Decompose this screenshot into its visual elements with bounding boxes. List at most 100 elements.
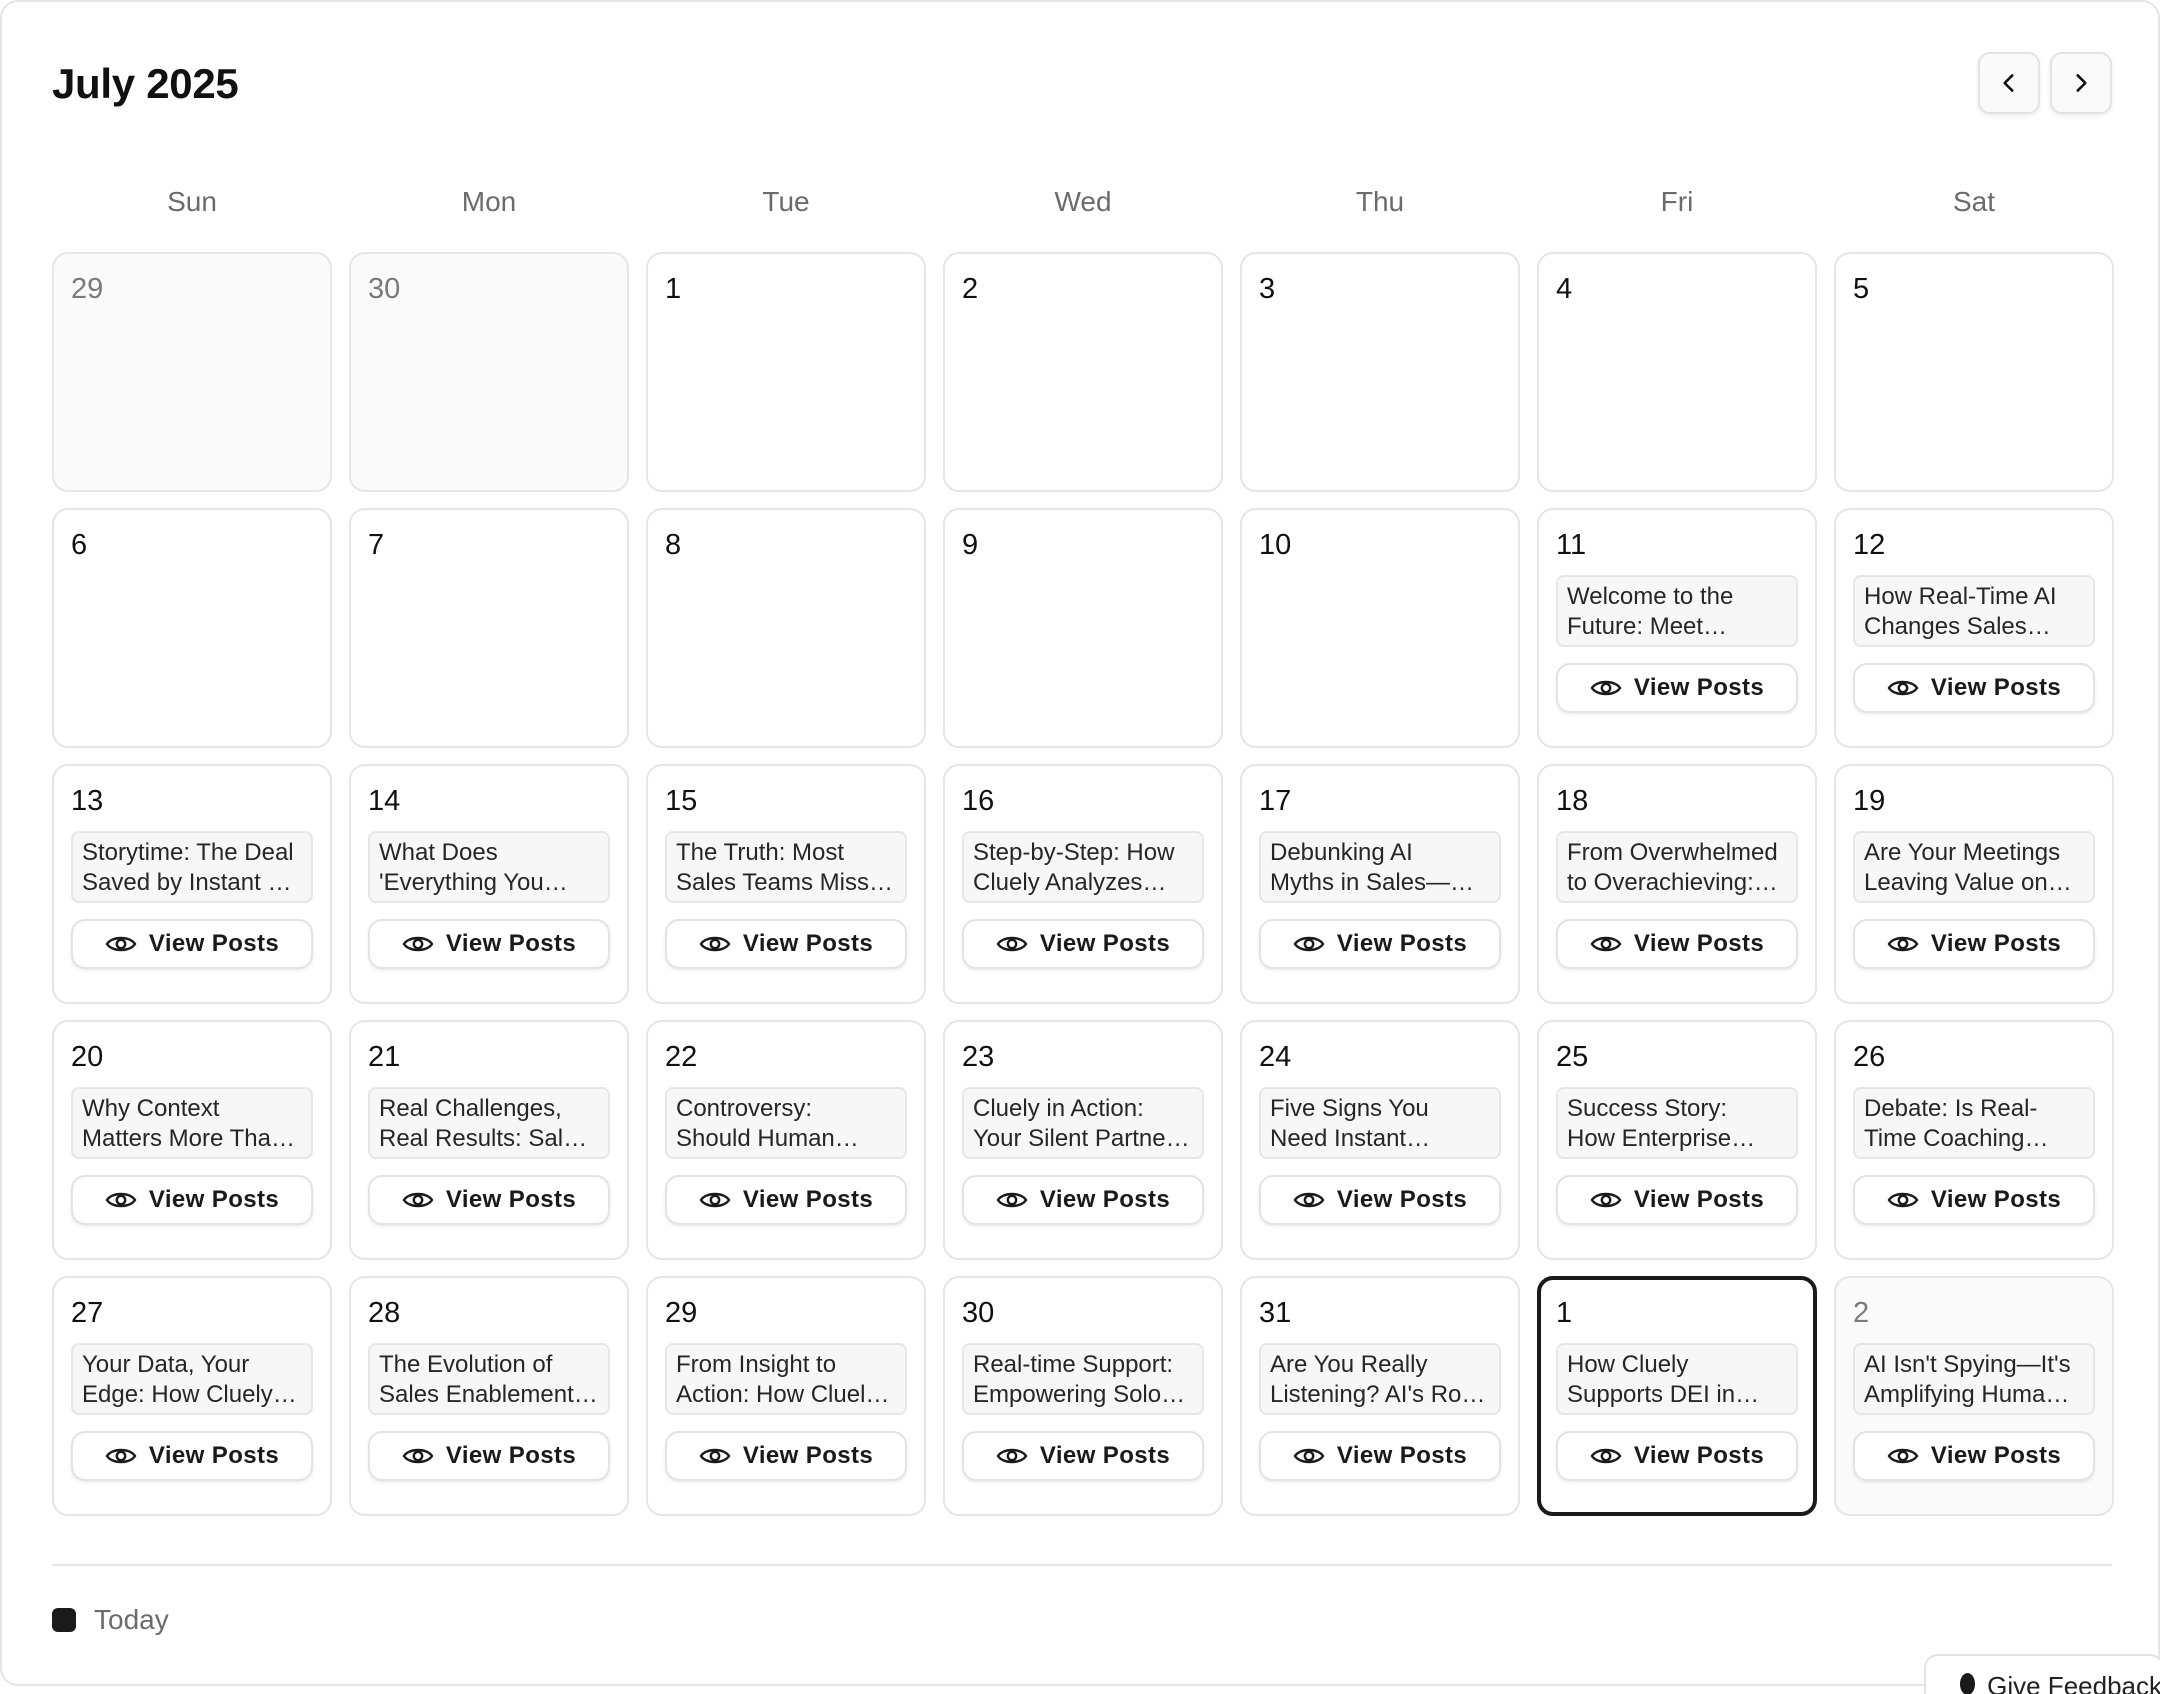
post-preview[interactable]: AI Isn't Spying—It'sAmplifying Huma… xyxy=(1853,1343,2095,1415)
post-preview[interactable]: Step-by-Step: HowCluely Analyzes… xyxy=(962,831,1204,903)
view-posts-button[interactable]: View Posts xyxy=(1556,919,1798,969)
day-cell[interactable]: 4 xyxy=(1537,252,1817,492)
view-posts-label: View Posts xyxy=(1040,930,1170,958)
day-cell[interactable]: 24Five Signs YouNeed Instant…View Posts xyxy=(1240,1020,1520,1260)
day-cell[interactable]: 18From Overwhelmedto Overachieving:…View… xyxy=(1537,764,1817,1004)
view-posts-button[interactable]: View Posts xyxy=(1556,1175,1798,1225)
view-posts-button[interactable]: View Posts xyxy=(962,1175,1204,1225)
post-preview[interactable]: Controversy:Should Human… xyxy=(665,1087,907,1159)
view-posts-button[interactable]: View Posts xyxy=(962,1431,1204,1481)
view-posts-button[interactable]: View Posts xyxy=(71,919,313,969)
day-cell[interactable]: 14What Does'Everything You…View Posts xyxy=(349,764,629,1004)
view-posts-button[interactable]: View Posts xyxy=(665,1431,907,1481)
day-cell[interactable]: 19Are Your MeetingsLeaving Value on…View… xyxy=(1834,764,2114,1004)
view-posts-label: View Posts xyxy=(1337,1186,1467,1214)
weekday-label: Mon xyxy=(349,182,629,222)
post-preview[interactable]: The Evolution ofSales Enablement… xyxy=(368,1343,610,1415)
post-title-line: Five Signs You xyxy=(1270,1094,1490,1124)
view-posts-button[interactable]: View Posts xyxy=(962,919,1204,969)
day-cell[interactable]: 30 xyxy=(349,252,629,492)
view-posts-label: View Posts xyxy=(1634,930,1764,958)
view-posts-button[interactable]: View Posts xyxy=(1556,1431,1798,1481)
post-preview[interactable]: The Truth: MostSales Teams Miss… xyxy=(665,831,907,903)
view-posts-button[interactable]: View Posts xyxy=(1259,919,1501,969)
day-cell[interactable]: 5 xyxy=(1834,252,2114,492)
post-preview[interactable]: How CluelySupports DEI in… xyxy=(1556,1343,1798,1415)
view-posts-button[interactable]: View Posts xyxy=(1259,1431,1501,1481)
post-preview[interactable]: From Insight toAction: How Cluel… xyxy=(665,1343,907,1415)
post-title-line: Empowering Solo… xyxy=(973,1380,1193,1410)
post-preview[interactable]: Real Challenges,Real Results: Sale… xyxy=(368,1087,610,1159)
day-cell[interactable]: 11Welcome to theFuture: Meet…View Posts xyxy=(1537,508,1817,748)
day-cell[interactable]: 15 The Truth: MostSales Teams Miss… View P… xyxy=(646,764,926,1004)
view-posts-button[interactable]: View Posts xyxy=(1853,663,2095,713)
day-cell[interactable]: 21Real Challenges,Real Results: Sale…Vie… xyxy=(349,1020,629,1260)
post-preview[interactable]: Welcome to theFuture: Meet… xyxy=(1556,575,1798,647)
day-number: 15 xyxy=(665,784,907,818)
post-preview[interactable]: Cluely in Action:Your Silent Partne… xyxy=(962,1087,1204,1159)
view-posts-button[interactable]: View Posts xyxy=(665,1175,907,1225)
day-cell[interactable]: 29From Insight toAction: How Cluel…View … xyxy=(646,1276,926,1516)
day-cell[interactable]: 31Are You ReallyListening? AI's Rol…View… xyxy=(1240,1276,1520,1516)
day-cell[interactable]: 29 xyxy=(52,252,332,492)
view-posts-button[interactable]: View Posts xyxy=(368,1175,610,1225)
view-posts-button[interactable]: View Posts xyxy=(1853,1175,2095,1225)
post-preview[interactable]: Success Story:How Enterprise… xyxy=(1556,1087,1798,1159)
post-preview[interactable]: Real-time Support:Empowering Solo… xyxy=(962,1343,1204,1415)
post-preview[interactable]: Five Signs YouNeed Instant… xyxy=(1259,1087,1501,1159)
post-preview[interactable]: Are Your MeetingsLeaving Value on… xyxy=(1853,831,2095,903)
day-cell[interactable]: 17Debunking AIMyths in Sales—…View Posts xyxy=(1240,764,1520,1004)
day-cell[interactable]: 10 xyxy=(1240,508,1520,748)
day-number: 25 xyxy=(1556,1040,1798,1074)
post-preview[interactable]: Are You ReallyListening? AI's Rol… xyxy=(1259,1343,1501,1415)
post-preview[interactable]: How Real-Time AIChanges Sales… xyxy=(1853,575,2095,647)
eye-icon xyxy=(699,1445,731,1467)
post-preview[interactable]: Debunking AIMyths in Sales—… xyxy=(1259,831,1501,903)
day-cell[interactable]: 25 Success Story:How Enterprise… View Post… xyxy=(1537,1020,1817,1260)
eye-icon xyxy=(105,1445,137,1467)
view-posts-button[interactable]: View Posts xyxy=(1556,663,1798,713)
view-posts-button[interactable]: View Posts xyxy=(665,919,907,969)
day-cell[interactable]: 28The Evolution ofSales Enablement…View … xyxy=(349,1276,629,1516)
view-posts-button[interactable]: View Posts xyxy=(71,1431,313,1481)
post-preview[interactable]: Your Data, YourEdge: How Cluely… xyxy=(71,1343,313,1415)
day-cell[interactable]: 30Real-time Support:Empowering Solo…View… xyxy=(943,1276,1223,1516)
day-cell-today[interactable]: 1How CluelySupports DEI in…View Posts xyxy=(1537,1276,1817,1516)
day-cell[interactable]: 9 xyxy=(943,508,1223,748)
view-posts-button[interactable]: View Posts xyxy=(71,1175,313,1225)
post-preview[interactable]: Debate: Is Real-Time Coaching… xyxy=(1853,1087,2095,1159)
eye-icon xyxy=(1590,1189,1622,1211)
post-preview[interactable]: Storytime: The DealSaved by Instant … xyxy=(71,831,313,903)
day-cell[interactable]: 8 xyxy=(646,508,926,748)
day-cell[interactable]: 26Debate: Is Real-Time Coaching…View Pos… xyxy=(1834,1020,2114,1260)
day-cell[interactable]: 7 xyxy=(349,508,629,748)
post-title-line: From Insight to xyxy=(676,1350,896,1380)
day-cell[interactable]: 16Step-by-Step: HowCluely Analyzes…View … xyxy=(943,764,1223,1004)
previous-month-button[interactable] xyxy=(1978,52,2040,114)
view-posts-button[interactable]: View Posts xyxy=(1853,1431,2095,1481)
day-cell[interactable]: 6 xyxy=(52,508,332,748)
day-number: 3 xyxy=(1259,272,1501,306)
day-cell[interactable]: 23Cluely in Action:Your Silent Partne…Vi… xyxy=(943,1020,1223,1260)
view-posts-button[interactable]: View Posts xyxy=(1853,919,2095,969)
day-cell[interactable]: 13Storytime: The DealSaved by Instant …V… xyxy=(52,764,332,1004)
feedback-button[interactable]: Give Feedback xyxy=(1924,1654,2160,1694)
post-title-line: Why Context xyxy=(82,1094,302,1124)
post-preview[interactable]: What Does'Everything You… xyxy=(368,831,610,903)
day-cell[interactable]: 2AI Isn't Spying—It'sAmplifying Huma…Vie… xyxy=(1834,1276,2114,1516)
view-posts-button[interactable]: View Posts xyxy=(368,919,610,969)
day-cell[interactable]: 12How Real-Time AIChanges Sales…View Pos… xyxy=(1834,508,2114,748)
weekday-label: Wed xyxy=(943,182,1223,222)
day-cell[interactable]: 1 xyxy=(646,252,926,492)
post-preview[interactable]: From Overwhelmedto Overachieving:… xyxy=(1556,831,1798,903)
day-cell[interactable]: 27Your Data, YourEdge: How Cluely…View P… xyxy=(52,1276,332,1516)
day-cell[interactable]: 2 xyxy=(943,252,1223,492)
view-posts-button[interactable]: View Posts xyxy=(368,1431,610,1481)
post-title-line: The Evolution of xyxy=(379,1350,599,1380)
next-month-button[interactable] xyxy=(2050,52,2112,114)
day-cell[interactable]: 3 xyxy=(1240,252,1520,492)
post-preview[interactable]: Why ContextMatters More Tha… xyxy=(71,1087,313,1159)
day-cell[interactable]: 20Why ContextMatters More Tha…View Posts xyxy=(52,1020,332,1260)
day-cell[interactable]: 22Controversy:Should Human…View Posts xyxy=(646,1020,926,1260)
view-posts-button[interactable]: View Posts xyxy=(1259,1175,1501,1225)
